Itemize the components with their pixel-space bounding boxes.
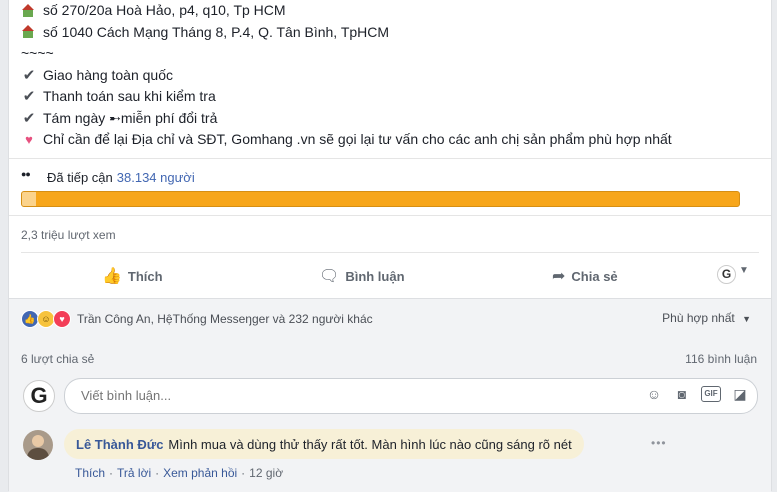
comment-reply-link[interactable]: Trả lời: [117, 466, 151, 480]
more-options-icon[interactable]: •••: [651, 436, 667, 450]
reactions-summary[interactable]: 👍 ☺ ♥ Trần Công An, HệThống Messeŋger và…: [21, 310, 373, 328]
speech-bubble-icon: 🗨: [319, 268, 340, 285]
caret-down-icon: ▼: [742, 314, 751, 324]
commenter-avatar[interactable]: [23, 430, 53, 460]
divider: [9, 215, 771, 216]
comment-sort-dropdown[interactable]: Phù hợp nhất ▼: [662, 311, 751, 325]
reaction-names: Trần Công An, HệThống Messeŋger và 232 n…: [77, 312, 373, 326]
check-icon: ✔: [22, 66, 36, 84]
share-count[interactable]: 6 lượt chia sẻ: [21, 352, 94, 366]
comment-actions: Thích · Trả lời · Xem phản hồi · 12 giờ: [75, 466, 284, 480]
post-line: ♥ Chỉ cần để lại Địa chỉ và SĐT, Gomhang …: [21, 129, 672, 151]
divider: [9, 158, 771, 159]
love-reaction-icon: ♥: [53, 310, 71, 328]
sticker-icon[interactable]: ◪: [731, 386, 749, 403]
comment-like-link[interactable]: Thích: [75, 466, 105, 480]
composer-avatar[interactable]: G: [23, 380, 55, 412]
post-line: số 1040 Cách Mạng Tháng 8, P.4, Q. Tân B…: [21, 22, 672, 44]
reach-progress-fill: [22, 192, 37, 206]
see-replies-link[interactable]: Xem phản hồi: [163, 466, 237, 480]
post-body: số 270/20a Hoà Hảo, p4, q10, Tp HCM số 1…: [21, 0, 672, 151]
page-avatar[interactable]: G: [717, 265, 736, 284]
comment-input[interactable]: [79, 387, 583, 404]
post-line: ✔ Giao hàng toàn quốc: [21, 65, 672, 87]
share-arrow-icon: ➦: [552, 268, 566, 285]
comment-composer[interactable]: ☺ ◙ GIF ◪: [64, 378, 758, 414]
camera-icon[interactable]: ◙: [673, 386, 691, 403]
chevron-down-icon[interactable]: ▼: [739, 265, 749, 276]
post-line: ✔ Tám ngày ➸miễn phí đổi trả: [21, 108, 672, 130]
comment-count[interactable]: 116 bình luận: [685, 352, 757, 366]
divider: [21, 252, 759, 253]
post-line: số 270/20a Hoà Hảo, p4, q10, Tp HCM: [21, 0, 672, 22]
view-count: 2,3 triệu lượt xem: [21, 228, 116, 242]
reach-label: Đã tiếp cận: [47, 170, 113, 185]
reach-count[interactable]: 38.134 người: [117, 170, 195, 185]
comment-author[interactable]: Lê Thành Đức: [76, 437, 163, 452]
emoji-icon[interactable]: ☺: [645, 386, 663, 403]
action-bar: 👍 Thích 🗨 Bình luận ➦ Chia sẻ G ▼: [9, 258, 771, 292]
check-icon: ✔: [22, 109, 36, 127]
gif-icon[interactable]: GIF: [701, 386, 721, 402]
post-line: ~~~~: [21, 45, 54, 61]
reach-progress-bar: [21, 191, 740, 207]
post-card: số 270/20a Hoà Hảo, p4, q10, Tp HCM số 1…: [8, 0, 772, 492]
comment-text: Mình mua và dùng thử thấy rất tốt. Màn h…: [168, 436, 572, 452]
house-icon: [21, 25, 35, 39]
thumbs-up-icon: 👍: [102, 268, 122, 285]
people-icon: [21, 169, 37, 184]
check-icon: ✔: [22, 88, 36, 105]
comment-button[interactable]: 🗨 Bình luận: [319, 266, 405, 286]
share-button[interactable]: ➦ Chia sẻ: [552, 266, 618, 286]
like-button[interactable]: 👍 Thích: [102, 266, 163, 286]
composer-tools: ☺ ◙ GIF ◪: [645, 386, 749, 403]
comment-bubble: Lê Thành Đức Mình mua và dùng thử thấy r…: [64, 429, 584, 459]
heart-icon: ♥: [25, 132, 33, 147]
post-line: ✔ Thanh toán sau khi kiểm tra: [21, 86, 672, 108]
reach-summary: Đã tiếp cận 38.134 người: [21, 169, 195, 186]
house-icon: [21, 3, 35, 18]
comment-time[interactable]: 12 giờ: [249, 466, 283, 480]
